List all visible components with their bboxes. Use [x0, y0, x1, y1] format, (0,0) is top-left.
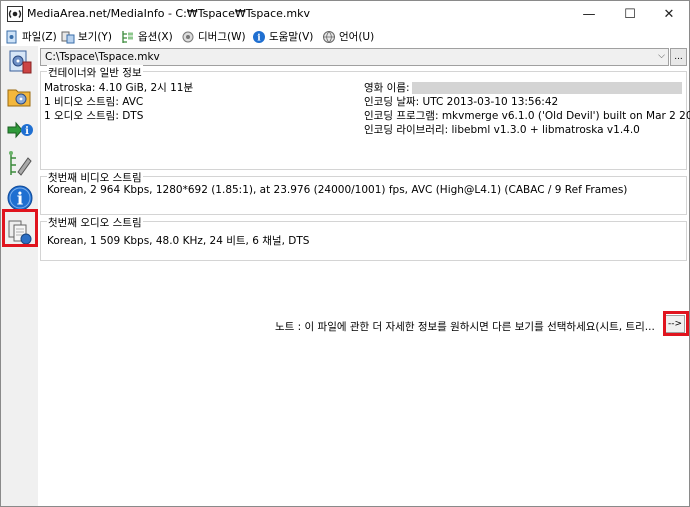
svg-text:i: i	[257, 33, 261, 43]
debug-icon	[181, 30, 195, 44]
svg-text:i: i	[25, 126, 29, 137]
sheet-view-highlight	[2, 209, 38, 247]
options-icon	[121, 30, 135, 44]
next-view-highlight	[663, 311, 689, 336]
export-button[interactable]: i	[4, 114, 36, 146]
app-window: MediaArea.net/MediaInfo - C:₩Tspace₩Tspa…	[0, 0, 690, 507]
toolbar-sidebar: i i	[1, 46, 38, 506]
menu-file-label: 파일(Z)	[22, 31, 57, 43]
movie-name-label: 영화 이름:	[364, 82, 410, 94]
file-selector-value: C:\Tspace\Tspace.mkv	[45, 51, 160, 63]
menu-file[interactable]: 파일(Z)	[5, 28, 57, 45]
menu-options-label: 옵션(X)	[138, 31, 173, 43]
container-video-count: 1 비디오 스트림: AVC	[44, 96, 144, 108]
video-legend: 첫번째 비디오 스트림	[47, 170, 143, 185]
encoded-date: 인코딩 날짜: UTC 2013-03-10 13:56:42	[364, 96, 559, 108]
about-info-icon: i	[7, 185, 33, 211]
note-text: 노트 : 이 파일에 관한 더 자세한 정보를 원하시면 다른 보기를 선택하세…	[275, 321, 655, 333]
redacted-movie-name	[411, 82, 682, 94]
open-folder-button[interactable]	[4, 80, 36, 112]
container-audio-count: 1 오디오 스트림: DTS	[44, 110, 144, 122]
main-content: C:\Tspace\Tspace.mkv ⌵ ... 컨테이너와 일반 정보 M…	[38, 46, 690, 506]
encoding-library: 인코딩 라이브러리: libebml v1.3.0 + libmatroska …	[364, 124, 640, 136]
language-icon	[322, 30, 336, 44]
export-info-icon: i	[7, 121, 33, 139]
menu-view[interactable]: 보기(Y)	[61, 28, 112, 45]
container-format: Matroska: 4.10 GiB, 2시 11분	[44, 82, 194, 94]
menu-help-label: 도움말(V)	[269, 31, 314, 43]
audio-stream-info: Korean, 1 509 Kbps, 48.0 KHz, 24 비트, 6 채…	[47, 235, 310, 247]
chevron-down-icon: ⌵	[658, 51, 665, 61]
help-icon: i	[252, 30, 266, 44]
mediainfo-app-icon	[7, 6, 23, 22]
file-icon	[5, 30, 19, 44]
menu-debug[interactable]: 디버그(W)	[181, 28, 246, 45]
audio-stream-group: 첫번째 오디오 스트림 Korean, 1 509 Kbps, 48.0 KHz…	[40, 215, 687, 261]
menu-help[interactable]: i 도움말(V)	[252, 28, 313, 45]
container-group: 컨테이너와 일반 정보 Matroska: 4.10 GiB, 2시 11분 1…	[40, 65, 690, 170]
open-file-icon	[9, 50, 32, 74]
file-selector[interactable]: C:\Tspace\Tspace.mkv ⌵	[40, 48, 669, 66]
encoding-application: 인코딩 프로그램: mkvmerge v6.1.0 ('Old Devil') …	[364, 110, 690, 122]
container-legend: 컨테이너와 일반 정보	[47, 65, 143, 80]
movie-name-row: 영화 이름:	[364, 80, 682, 95]
more-files-button[interactable]: ...	[670, 48, 687, 66]
menu-options[interactable]: 옵션(X)	[121, 28, 173, 45]
open-folder-icon	[7, 89, 31, 107]
video-stream-group: 첫번째 비디오 스트림 Korean, 2 964 Kbps, 1280*692…	[40, 170, 687, 215]
tree-settings-icon	[9, 151, 32, 176]
preferences-button[interactable]	[4, 148, 36, 180]
menu-bar: 파일(Z) 보기(Y) 옵션(X) 디버그(W) i 도움말(V) 언어(U)	[1, 27, 689, 46]
audio-legend: 첫번째 오디오 스트림	[47, 215, 143, 230]
video-stream-info: Korean, 2 964 Kbps, 1280*692 (1.85:1), a…	[47, 184, 628, 196]
maximize-button[interactable]: ☐	[610, 1, 650, 27]
menu-debug-label: 디버그(W)	[198, 31, 246, 43]
menu-language-label: 언어(U)	[339, 31, 375, 43]
menu-language[interactable]: 언어(U)	[322, 28, 374, 45]
svg-text:i: i	[17, 190, 24, 210]
close-button[interactable]: ✕	[649, 1, 689, 27]
title-bar[interactable]: MediaArea.net/MediaInfo - C:₩Tspace₩Tspa…	[1, 1, 689, 27]
menu-view-label: 보기(Y)	[78, 31, 112, 43]
open-file-button[interactable]	[4, 46, 36, 78]
minimize-button[interactable]: —	[569, 1, 609, 27]
window-title: MediaArea.net/MediaInfo - C:₩Tspace₩Tspa…	[27, 7, 310, 20]
view-icon	[61, 30, 75, 44]
